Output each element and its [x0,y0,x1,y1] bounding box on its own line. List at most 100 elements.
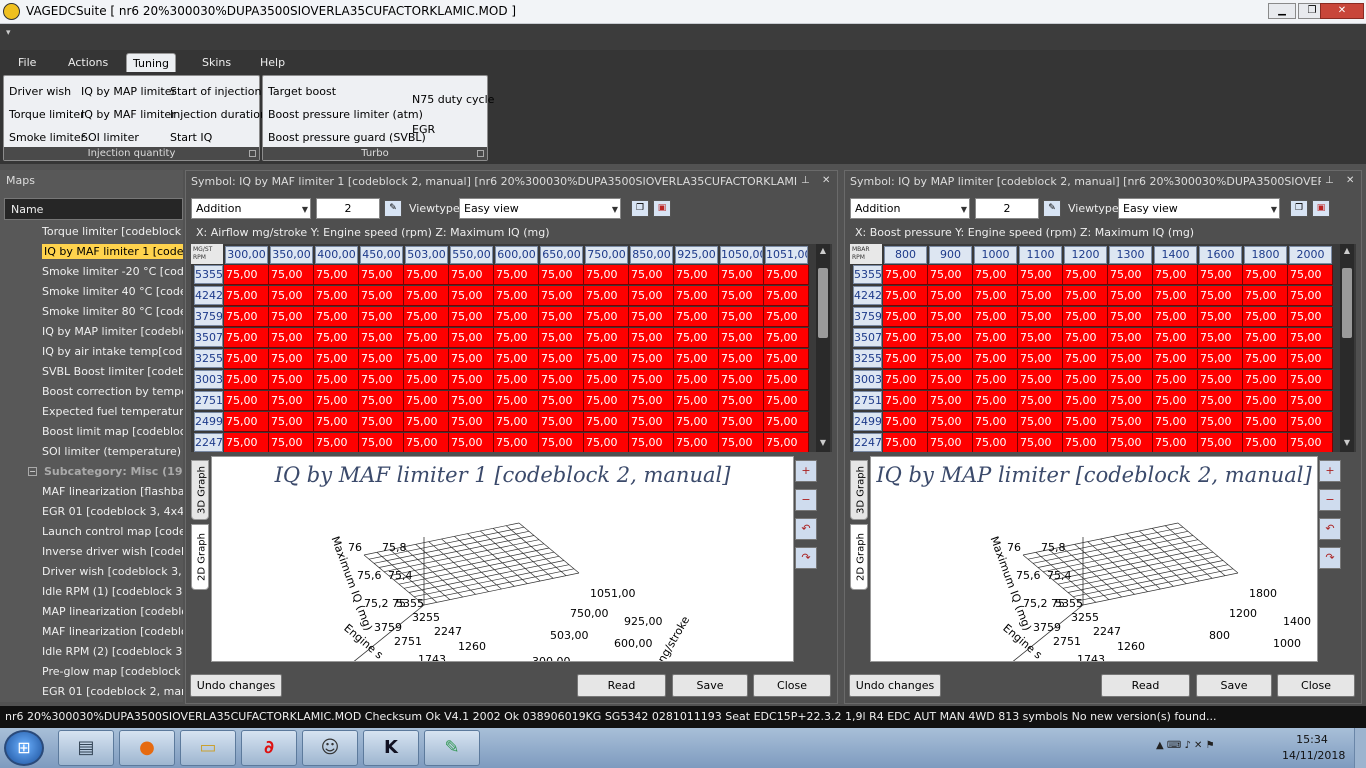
close-window-button[interactable]: ✕ [1320,3,1364,19]
table-cell[interactable]: 75,00 [224,328,269,348]
x-axis-header[interactable]: 1051,00 [765,246,808,264]
file-manager-taskbar-icon[interactable]: ▭ [180,730,236,766]
y-axis-header[interactable]: 3507 [194,328,223,347]
table-cell[interactable]: 75,00 [494,328,539,348]
table-cell[interactable]: 75,00 [1018,412,1063,432]
table-cell[interactable]: 75,00 [449,328,494,348]
x-axis-header[interactable]: 1200 [1064,246,1107,264]
table-cell[interactable]: 75,00 [539,349,584,369]
table-cell[interactable]: 75,00 [1063,265,1108,285]
table-cell[interactable]: 75,00 [928,307,973,327]
y-axis-header[interactable]: 2499 [853,412,882,431]
soi-limiter-button[interactable]: SOI limiter [81,131,139,144]
close-button[interactable]: Close [1277,674,1355,697]
y-axis-header[interactable]: 3759 [194,307,223,326]
operation-select[interactable]: Addition ▼ [850,198,970,219]
table-cell[interactable]: 75,00 [359,286,404,306]
table-cell[interactable]: 75,00 [1198,328,1243,348]
iq-by-map-limiter-button[interactable]: IQ by MAP limiter [81,85,176,98]
rotate-right-icon[interactable]: ↷ [1319,547,1341,569]
start-of-injection-button[interactable]: Start of injection [170,85,261,98]
table-cell[interactable]: 75,00 [1063,349,1108,369]
table-cell[interactable]: 75,00 [1063,286,1108,306]
table-cell[interactable]: 75,00 [629,433,674,452]
x-axis-header[interactable]: 2000 [1289,246,1332,264]
dialog-launcher-icon[interactable] [249,150,256,157]
y-axis-header[interactable]: 3003 [853,370,882,389]
table-cell[interactable]: 75,00 [1288,370,1333,390]
y-axis-header[interactable]: 4242 [194,286,223,305]
close-editor-icon[interactable]: ✕ [822,175,834,187]
table-cell[interactable]: 75,00 [1243,286,1288,306]
x-axis-header[interactable]: 300,00 [225,246,268,264]
print-icon[interactable]: ▣ [1312,200,1330,217]
table-cell[interactable]: 75,00 [1063,328,1108,348]
table-cell[interactable]: 75,00 [269,349,314,369]
table-cell[interactable]: 75,00 [494,265,539,285]
table-cell[interactable]: 75,00 [1243,307,1288,327]
table-cell[interactable]: 75,00 [269,328,314,348]
table-cell[interactable]: 75,00 [1153,286,1198,306]
target-boost-button[interactable]: Target boost [268,85,336,98]
table-cell[interactable]: 75,00 [359,349,404,369]
map-list-item[interactable]: IQ by MAP limiter [codeblock [4,322,183,342]
table-cell[interactable]: 75,00 [973,328,1018,348]
copy-icon[interactable]: ❐ [631,200,649,217]
map-list-item[interactable]: MAF linearization [codeblock [4,622,183,642]
y-axis-header[interactable]: 5355 [194,265,223,284]
tab-2d-graph[interactable]: 2D Graph [191,524,209,590]
table-cell[interactable]: 75,00 [1018,433,1063,452]
x-axis-header[interactable]: 800 [884,246,927,264]
table-cell[interactable]: 75,00 [1108,328,1153,348]
table-cell[interactable]: 75,00 [973,265,1018,285]
pin-icon[interactable]: ⊥ [801,175,813,187]
table-cell[interactable]: 75,00 [404,433,449,452]
table-cell[interactable]: 75,00 [629,328,674,348]
table-cell[interactable]: 75,00 [928,286,973,306]
map-list-item[interactable]: Launch control map [codeblo [4,522,183,542]
start-button[interactable]: ⊞ [4,730,44,766]
red-app-taskbar-icon[interactable]: ∂ [241,730,297,766]
torque-limiter-button[interactable]: Torque limiter [9,108,85,121]
boost-pressure-limiter-button[interactable]: Boost pressure limiter (atm) [268,108,423,121]
table-cell[interactable]: 75,00 [1108,391,1153,411]
table-cell[interactable]: 75,00 [1243,265,1288,285]
scroll-up-icon[interactable]: ▲ [818,246,828,255]
table-cell[interactable]: 75,00 [314,328,359,348]
table-cell[interactable]: 75,00 [1288,328,1333,348]
table-cell[interactable]: 75,00 [224,412,269,432]
scroll-up-icon[interactable]: ▲ [1342,246,1352,255]
table-cell[interactable]: 75,00 [1018,307,1063,327]
table-cell[interactable]: 75,00 [1108,349,1153,369]
x-axis-header[interactable]: 503,00 [405,246,448,264]
qat-dropdown-icon[interactable]: ▾ [6,28,11,38]
table-cell[interactable]: 75,00 [883,265,928,285]
table-cell[interactable]: 75,00 [449,349,494,369]
print-icon[interactable]: ▣ [653,200,671,217]
smoke-limiter-button[interactable]: Smoke limiter [9,131,85,144]
operation-select[interactable]: Addition ▼ [191,198,311,219]
table-cell[interactable]: 75,00 [269,307,314,327]
table-cell[interactable]: 75,00 [314,307,359,327]
table-cell[interactable]: 75,00 [314,433,359,452]
x-axis-header[interactable]: 900 [929,246,972,264]
table-cell[interactable]: 75,00 [719,349,764,369]
menu-tuning[interactable]: Tuning [126,53,177,72]
table-cell[interactable]: 75,00 [584,328,629,348]
table-cell[interactable]: 75,00 [1063,412,1108,432]
collapse-icon[interactable]: − [28,467,37,476]
x-axis-header[interactable]: 1400 [1154,246,1197,264]
table-cell[interactable]: 75,00 [1108,265,1153,285]
driver-wish-button[interactable]: Driver wish [9,85,71,98]
x-axis-header[interactable]: 550,00 [450,246,493,264]
x-axis-header[interactable]: 1000 [974,246,1017,264]
table-cell[interactable]: 75,00 [584,391,629,411]
table-cell[interactable]: 75,00 [359,370,404,390]
map-list-item[interactable]: Torque limiter [codeblock 2, r [4,222,183,242]
table-cell[interactable]: 75,00 [539,412,584,432]
map-list-item[interactable]: SOI limiter (temperature) [co [4,442,183,462]
rotate-left-icon[interactable]: ↶ [795,518,817,540]
table-cell[interactable]: 75,00 [1018,349,1063,369]
table-cell[interactable]: 75,00 [359,412,404,432]
table-cell[interactable]: 75,00 [1063,433,1108,452]
